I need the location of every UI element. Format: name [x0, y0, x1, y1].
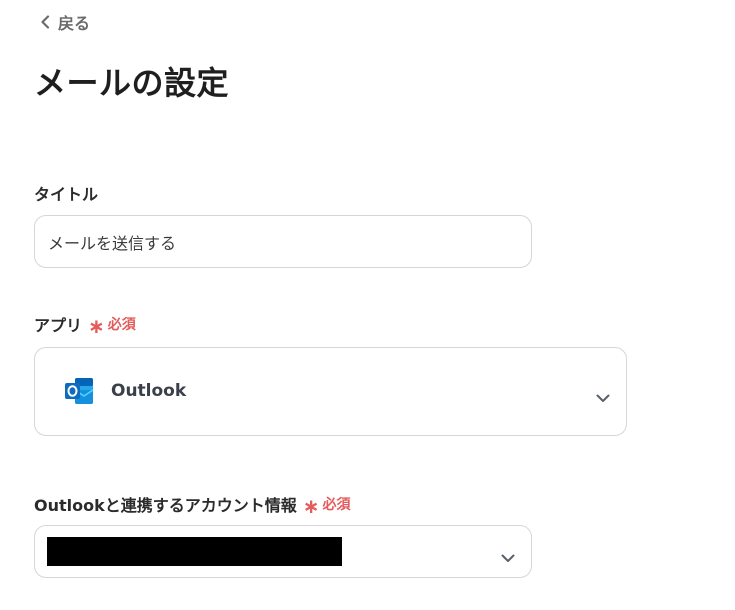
outlook-icon — [63, 376, 95, 406]
required-text: 必須 — [107, 317, 136, 333]
account-field-label-text: Outlookと連携するアカウント情報 — [34, 496, 297, 515]
page-title: メールの設定 — [34, 64, 230, 102]
mail-settings-page: 戻る メールの設定 タイトル アプリ ∗ 必須 Outlook — [0, 0, 735, 610]
chevron-down-icon — [501, 548, 515, 567]
selected-app-name: Outlook — [111, 381, 187, 401]
chevron-left-icon — [40, 15, 50, 29]
required-badge: ∗ 必須 — [302, 494, 351, 518]
back-link-label: 戻る — [58, 14, 91, 33]
app-select[interactable]: Outlook — [34, 347, 627, 436]
required-text: 必須 — [322, 497, 351, 513]
required-badge: ∗ 必須 — [88, 314, 136, 338]
account-field-label: Outlookと連携するアカウント情報 ∗ 必須 — [34, 492, 351, 516]
title-input[interactable] — [34, 215, 532, 268]
asterisk-icon: ∗ — [302, 494, 320, 518]
title-field-label-text: タイトル — [34, 185, 99, 204]
app-field-label-text: アプリ — [34, 316, 83, 335]
title-field-label: タイトル — [34, 181, 98, 205]
back-link[interactable]: 戻る — [40, 10, 90, 34]
redacted-account-value — [47, 537, 342, 566]
chevron-down-icon — [596, 388, 610, 407]
app-field-label: アプリ ∗ 必須 — [34, 312, 136, 336]
account-select[interactable] — [34, 525, 532, 578]
asterisk-icon: ∗ — [88, 314, 105, 338]
